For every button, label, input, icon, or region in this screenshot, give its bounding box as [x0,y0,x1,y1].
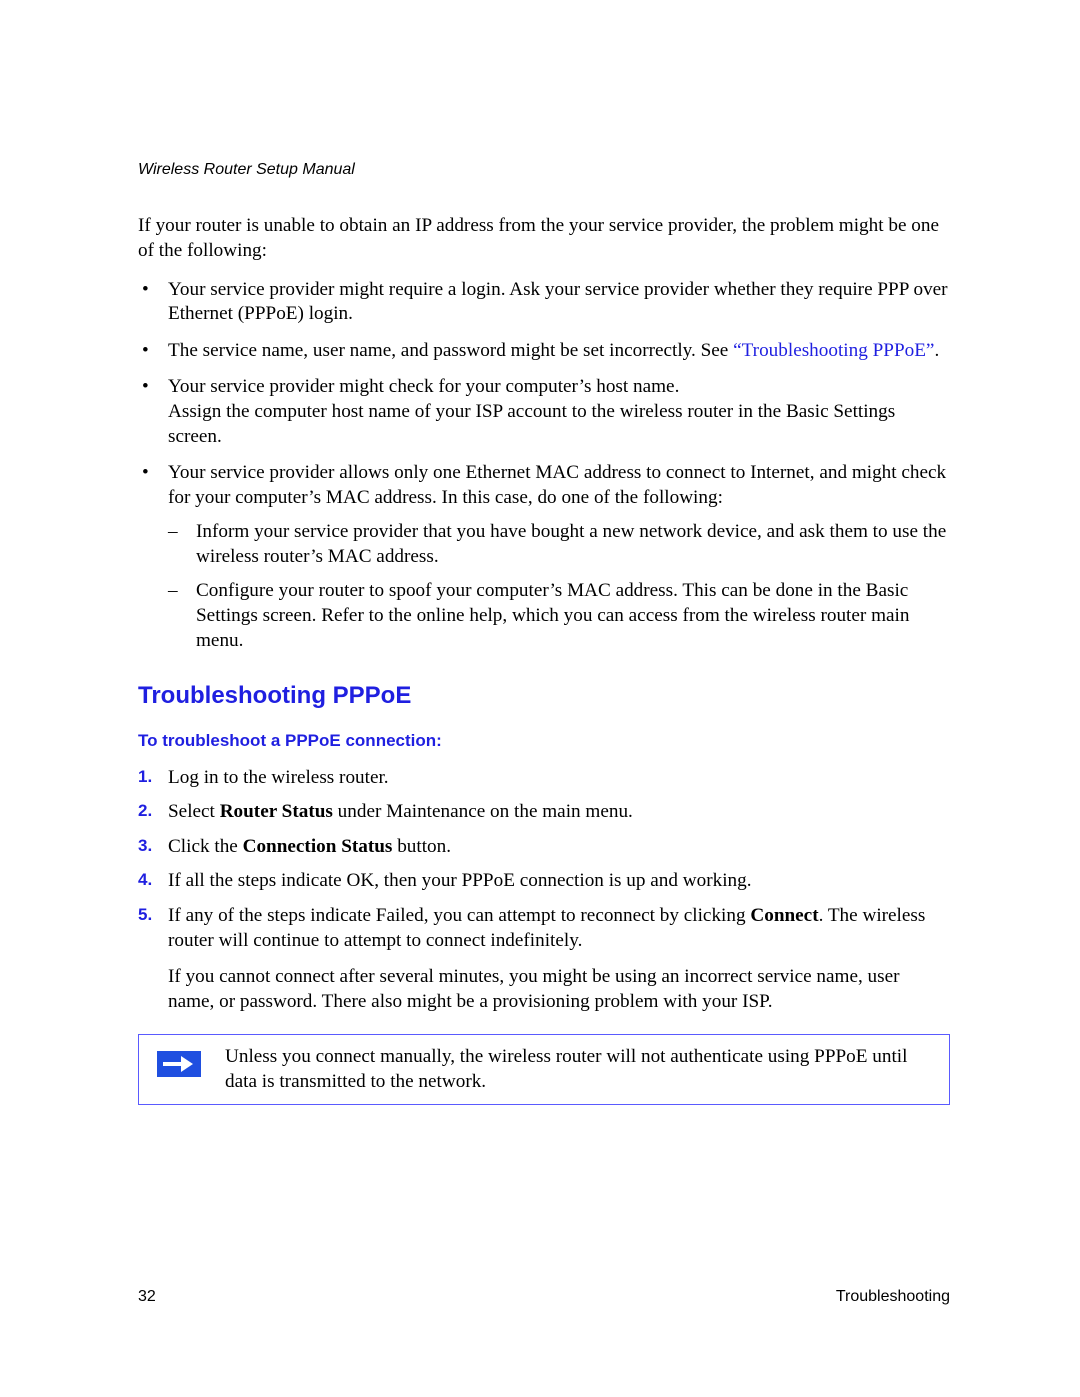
footer-section-name: Troubleshooting [836,1287,950,1307]
text-fragment: Click the [168,836,243,857]
list-item: Your service provider allows only one Et… [138,461,950,653]
running-header: Wireless Router Setup Manual [138,160,950,180]
text-fragment: Your service provider might check for yo… [168,376,679,397]
cross-reference-link[interactable]: “Troubleshooting PPPoE” [733,340,934,361]
closing-paragraph: If you cannot connect after several minu… [168,965,950,1014]
list-item: Inform your service provider that you ha… [168,520,950,569]
text-fragment: button. [392,836,451,857]
list-item: The service name, user name, and passwor… [138,339,950,364]
procedure-heading: To troubleshoot a PPPoE connection: [138,730,950,752]
text-fragment: under Maintenance on the main menu. [333,801,633,822]
page-number: 32 [138,1287,156,1307]
step-item: Select Router Status under Maintenance o… [138,800,950,825]
text-fragment: Your service provider allows only one Et… [168,462,946,508]
text-fragment: Select [168,801,220,822]
ui-label: Router Status [220,801,333,822]
arrow-right-icon [157,1051,201,1077]
text-fragment: If any of the steps indicate Failed, you… [168,905,750,926]
step-item: If all the steps indicate OK, then your … [138,869,950,894]
text-fragment: . [934,340,939,361]
intro-paragraph: If your router is unable to obtain an IP… [138,214,950,263]
procedure-steps: Log in to the wireless router. Select Ro… [138,766,950,953]
note-text: Unless you connect manually, the wireles… [225,1045,935,1094]
ui-label: Connection Status [243,836,393,857]
page-footer: 32 Troubleshooting [138,1287,950,1307]
document-page: Wireless Router Setup Manual If your rou… [0,0,1080,1397]
problem-list: Your service provider might require a lo… [138,278,950,654]
section-heading: Troubleshooting PPPoE [138,681,950,712]
ui-label: Connect [750,905,818,926]
sub-list: Inform your service provider that you ha… [168,520,950,653]
note-callout: Unless you connect manually, the wireles… [138,1034,950,1105]
text-fragment: Assign the computer host name of your IS… [168,401,895,447]
step-item: Click the Connection Status button. [138,835,950,860]
list-item: Configure your router to spoof your comp… [168,579,950,653]
step-item: Log in to the wireless router. [138,766,950,791]
text-fragment: The service name, user name, and passwor… [168,340,733,361]
list-item: Your service provider might require a lo… [138,278,950,327]
list-item: Your service provider might check for yo… [138,375,950,449]
step-item: If any of the steps indicate Failed, you… [138,904,950,953]
